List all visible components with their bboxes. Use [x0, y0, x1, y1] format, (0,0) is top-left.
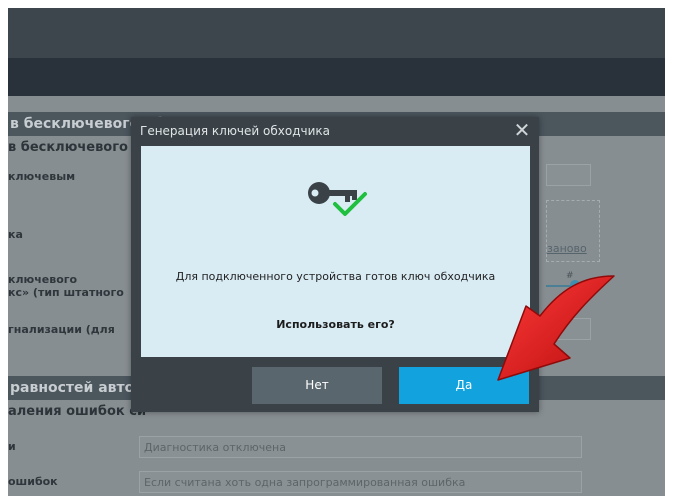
row-label-keyless: ключевым: [8, 170, 76, 183]
subheading-errors: аления ошибок си: [8, 404, 147, 419]
row-label-alarm: гнализации (для: [8, 323, 115, 336]
red-arrow-icon: [497, 275, 615, 381]
row-label-key: ка: [8, 228, 23, 241]
row-label-diagnostics: и: [8, 440, 16, 453]
app-header: [8, 8, 665, 58]
dialog-title: Генерация ключей обходчика: [140, 124, 330, 138]
bg-field-1[interactable]: [546, 164, 591, 186]
no-button[interactable]: Нет: [252, 367, 382, 404]
row-label-errors: ошибок: [8, 475, 58, 488]
diagnostics-select[interactable]: Диагностика отключена: [139, 436, 582, 458]
subheading-keyless: в бесключевого об: [8, 140, 151, 155]
dialog-message: Для подключенного устройства готов ключ …: [175, 270, 496, 283]
dialog-body: Для подключенного устройства готов ключ …: [141, 146, 530, 357]
close-icon[interactable]: ✕: [513, 120, 531, 140]
row-label-standard-key: ключевого кс» (тип штатного: [8, 273, 124, 299]
nav-bar: [8, 58, 665, 96]
bypass-key-dialog: Генерация ключей обходчика ✕ Для подключ…: [131, 117, 539, 412]
errors-select[interactable]: Если считана хоть одна запрограммированн…: [139, 471, 582, 493]
dialog-question: Использовать его?: [276, 318, 395, 331]
regenerate-link[interactable]: заново: [547, 242, 587, 255]
key-check-icon: [308, 182, 367, 216]
